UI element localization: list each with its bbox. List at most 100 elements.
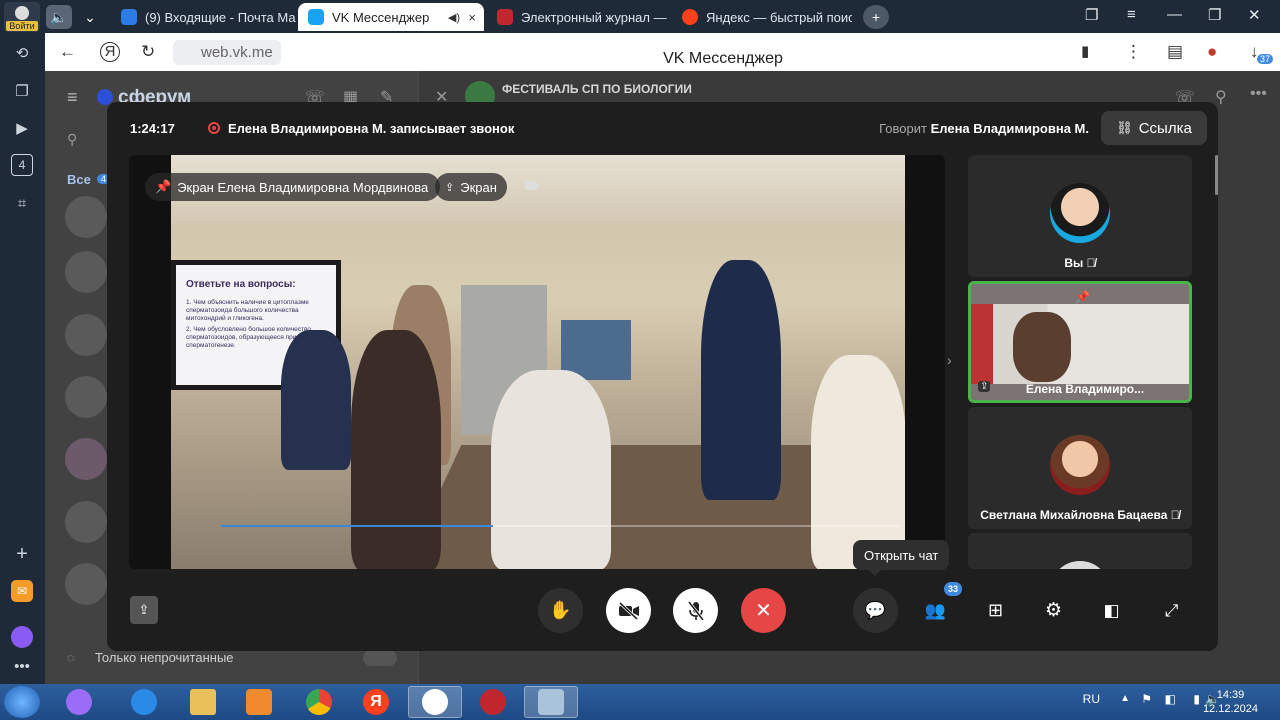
filter-all[interactable]: Все (67, 172, 91, 187)
tab-close-icon[interactable]: × (468, 10, 476, 25)
call-window: 1:24:17 Елена Владимировна М. записывает… (107, 102, 1218, 651)
mail-app-icon[interactable]: ✉ (11, 580, 33, 602)
open-chat-tooltip: Открыть чат (853, 540, 950, 576)
window-close-icon[interactable]: ✕ (1248, 6, 1261, 24)
reload-icon[interactable]: ↻ (141, 42, 155, 62)
screen-share-stage[interactable]: Ответьте на вопросы: 1. Чем объяснить на… (129, 155, 945, 569)
toggle-mic-button[interactable] (673, 588, 718, 633)
more-icon[interactable]: ••• (11, 655, 33, 677)
copy-link-button[interactable]: ⛓ Ссылка (1101, 111, 1207, 145)
mic-off-icon (687, 600, 704, 621)
share-screen-button[interactable]: ⇪ (130, 596, 158, 624)
url-field[interactable]: web.vk.me VK Мессенджер (173, 40, 1109, 67)
unread-only-label: Только непрочитанные (95, 650, 234, 665)
tiles-scrollbar[interactable] (1215, 155, 1218, 195)
pin-icon[interactable]: 📌 (1075, 290, 1090, 304)
system-clock[interactable]: 14:39 12.12.2024 (1203, 688, 1258, 716)
screen-chip[interactable]: ⇪ Экран (435, 173, 507, 201)
chat-avatar[interactable] (65, 376, 107, 418)
shared-screen-video: Ответьте на вопросы: 1. Чем объяснить на… (171, 155, 905, 569)
participant-tile[interactable]: Светлана Михайловна Бацаева 🎙̸ (968, 407, 1192, 529)
participants-button[interactable]: 👥 33 (913, 582, 962, 633)
history-icon[interactable]: ⟲ (11, 42, 33, 64)
tray-app-icon[interactable]: ◧ (1165, 692, 1176, 706)
tab-mail[interactable]: (9) Входящие - Почта Ма (111, 3, 296, 31)
screen-share-label[interactable]: 📌 Экран Елена Владимировна Мордвинова (145, 173, 441, 201)
bookmarks-panel-icon[interactable]: ❐ (1085, 6, 1098, 24)
bookmark-icon[interactable]: ▮ (1081, 42, 1089, 60)
chat-avatar[interactable] (65, 196, 107, 238)
back-arrow-icon[interactable]: ← (59, 42, 76, 62)
taskbar-media[interactable] (232, 686, 286, 718)
tab-yandex[interactable]: Яндекс — быстрый поиск (672, 3, 852, 31)
chat-more-icon[interactable]: ••• (1250, 85, 1267, 103)
tabs-menu-chevron-down-icon[interactable]: ⌄ (77, 5, 103, 29)
grid-layout-button[interactable]: ⊞ (973, 588, 1018, 633)
camera-icon[interactable] (525, 181, 541, 190)
student-figure (491, 370, 611, 569)
taskbar-yandex-browser[interactable] (408, 686, 462, 718)
video-progress-bar[interactable] (221, 525, 901, 527)
network-icon[interactable]: ▮ (1193, 692, 1200, 706)
fullscreen-button[interactable]: ⤢ (1149, 588, 1194, 633)
raise-hand-button[interactable]: ✋ (538, 588, 583, 633)
play-icon[interactable]: ▶ (11, 117, 33, 139)
chat-avatar[interactable] (65, 501, 107, 543)
collapse-sidebar-chevron-icon[interactable]: › (947, 352, 952, 368)
settings-button[interactable]: ⚙ (1031, 588, 1076, 633)
chat-avatar[interactable] (65, 438, 107, 480)
taskbar-app[interactable] (466, 686, 520, 718)
login-button[interactable]: Войти (4, 2, 40, 32)
call-timer: 1:24:17 (130, 121, 175, 136)
taskbar-remote-app[interactable] (524, 686, 578, 718)
collections-icon[interactable]: ❐ (11, 80, 33, 102)
participant-tile[interactable] (968, 533, 1192, 569)
alice-icon (66, 689, 92, 715)
tray-flag-icon[interactable]: ⚑ (1141, 692, 1152, 706)
tab-count-badge[interactable]: 4 (11, 154, 33, 176)
new-tab-button[interactable]: + (863, 5, 889, 29)
language-indicator[interactable]: RU (1083, 692, 1100, 706)
participant-tile-speaking[interactable]: 📌 ⇪ Елена Владимиро... (968, 281, 1192, 403)
taskbar-alice[interactable] (52, 686, 106, 718)
collections-bar-icon[interactable]: ▤ (1167, 42, 1183, 62)
unread-only-toggle[interactable] (363, 650, 397, 666)
tab-audio-icon[interactable]: ◀) (448, 11, 460, 24)
chat-avatar[interactable] (65, 251, 107, 293)
tab-vk-messenger[interactable]: VK Мессенджер ◀) × (298, 3, 484, 31)
extension-icon[interactable]: ● (1207, 42, 1217, 62)
chat-avatar[interactable] (65, 563, 107, 605)
hamburger-icon[interactable]: ≡ (67, 87, 78, 108)
participant-video (1013, 312, 1071, 382)
open-chat-button[interactable]: 💬 (853, 588, 898, 633)
recording-status: Елена Владимировна М. записывает звонок (228, 121, 515, 136)
add-icon[interactable]: + (11, 543, 33, 565)
search-icon[interactable]: ⚲ (67, 131, 77, 148)
taskbar-explorer[interactable] (176, 686, 230, 718)
taskbar-ie[interactable] (117, 686, 171, 718)
call-header: 1:24:17 Елена Владимировна М. записывает… (107, 102, 1218, 154)
menu-icon[interactable]: ≡ (1127, 6, 1136, 23)
sound-icon[interactable]: 🔈 (46, 5, 72, 29)
tab-label: Электронный журнал — М (521, 9, 667, 25)
tray-arrow-icon[interactable]: ▲ (1120, 693, 1130, 704)
participant-tile-self[interactable]: Вы 🎙̸ (968, 155, 1192, 277)
yandex-logo-icon[interactable]: Я (100, 42, 120, 62)
end-call-button[interactable]: ✕ (741, 588, 786, 633)
chat-title: ФЕСТИВАЛЬ СП ПО БИОЛОГИИ (502, 82, 692, 96)
minimize-icon[interactable]: — (1167, 6, 1182, 23)
start-button[interactable] (4, 686, 40, 718)
taskbar-chrome[interactable] (292, 686, 346, 718)
yandex-browser-icon (422, 689, 448, 715)
restore-icon[interactable]: ❐ (1208, 6, 1221, 24)
minimize-call-button[interactable]: ◧ (1089, 588, 1134, 633)
taskbar-yandex[interactable]: Я (349, 686, 403, 718)
screenshot-icon[interactable]: ⌗ (11, 192, 33, 214)
pin-icon: 📌 (155, 179, 172, 194)
chat-avatar[interactable] (65, 314, 107, 356)
tab-e-journal[interactable]: Электронный журнал — М (487, 3, 667, 31)
alice-icon[interactable] (11, 626, 33, 648)
more-vertical-icon[interactable]: ⋮ (1125, 42, 1142, 62)
toggle-camera-button[interactable] (606, 588, 651, 633)
mic-off-icon: 🎙̸ (1086, 256, 1096, 270)
